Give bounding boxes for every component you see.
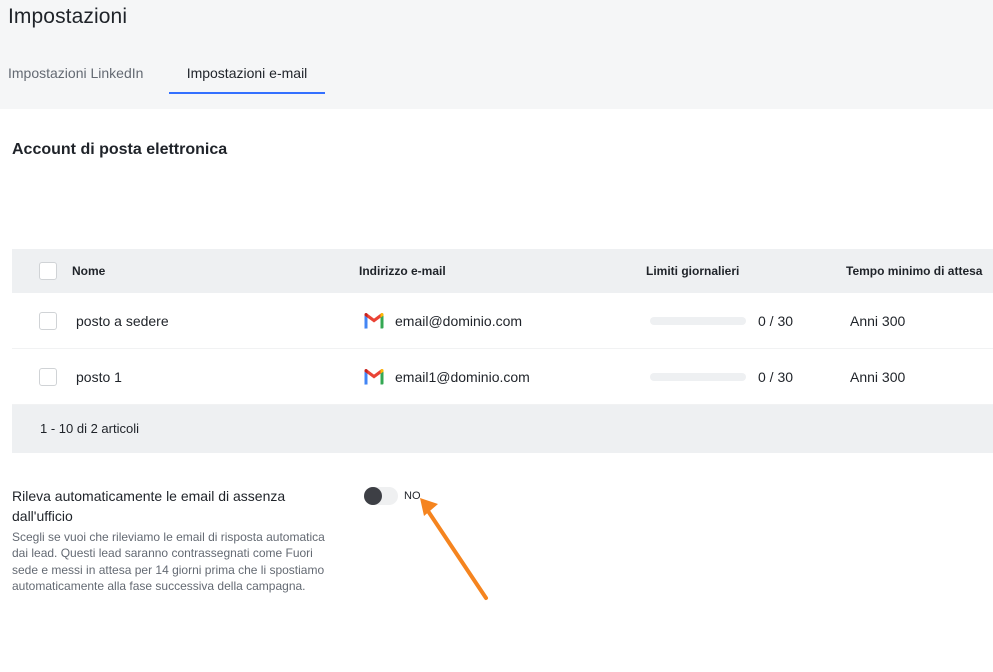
select-all-checkbox[interactable] <box>39 262 57 280</box>
toggle-knob <box>364 487 382 505</box>
table-pagination: 1 - 10 di 2 articoli <box>12 405 993 453</box>
daily-limit-value: 0 / 30 <box>758 313 794 329</box>
column-header-email: Indirizzo e-mail <box>359 264 446 278</box>
ooo-detection-description: Scegli se vuoi che rileviamo le email di… <box>12 530 325 593</box>
row-checkbox[interactable] <box>39 312 57 330</box>
table-header: Nome Indirizzo e-mail Limiti giornalieri… <box>12 249 993 293</box>
annotation-arrow-icon <box>420 498 488 600</box>
table-row[interactable]: posto a sedere email@dominio.com 0 / 30 … <box>12 293 993 349</box>
settings-header: Impostazioni Impostazioni LinkedIn Impos… <box>0 0 993 109</box>
account-email: email1@dominio.com <box>395 369 530 385</box>
column-header-name: Nome <box>72 264 106 278</box>
account-name: posto a sedere <box>76 313 169 329</box>
daily-limit-progress <box>650 373 746 381</box>
account-name: posto 1 <box>76 369 122 385</box>
tab-linkedin-settings[interactable]: Impostazioni LinkedIn <box>8 58 143 94</box>
min-wait-value: Anni 300 <box>850 313 906 329</box>
ooo-detection-toggle[interactable] <box>364 487 398 505</box>
daily-limit-progress <box>650 317 746 325</box>
column-header-min-wait: Tempo minimo di attesa <box>846 264 983 278</box>
table-row[interactable]: posto 1 email1@dominio.com 0 / 30 Anni 3… <box>12 349 993 405</box>
tab-email-settings[interactable]: Impostazioni e-mail <box>169 58 325 94</box>
gmail-icon <box>364 313 384 329</box>
account-email: email@dominio.com <box>395 313 523 329</box>
min-wait-value: Anni 300 <box>850 369 906 385</box>
section-title: Account di posta elettronica <box>12 141 228 158</box>
column-header-daily-limits: Limiti giornalieri <box>646 264 740 278</box>
row-checkbox[interactable] <box>39 368 57 386</box>
gmail-icon <box>364 369 384 385</box>
page-title: Impostazioni <box>8 5 128 28</box>
pagination-summary: 1 - 10 di 2 articoli <box>40 421 139 436</box>
ooo-detection-label: Rileva automaticamente le email di assen… <box>12 488 286 524</box>
daily-limit-value: 0 / 30 <box>758 369 794 385</box>
